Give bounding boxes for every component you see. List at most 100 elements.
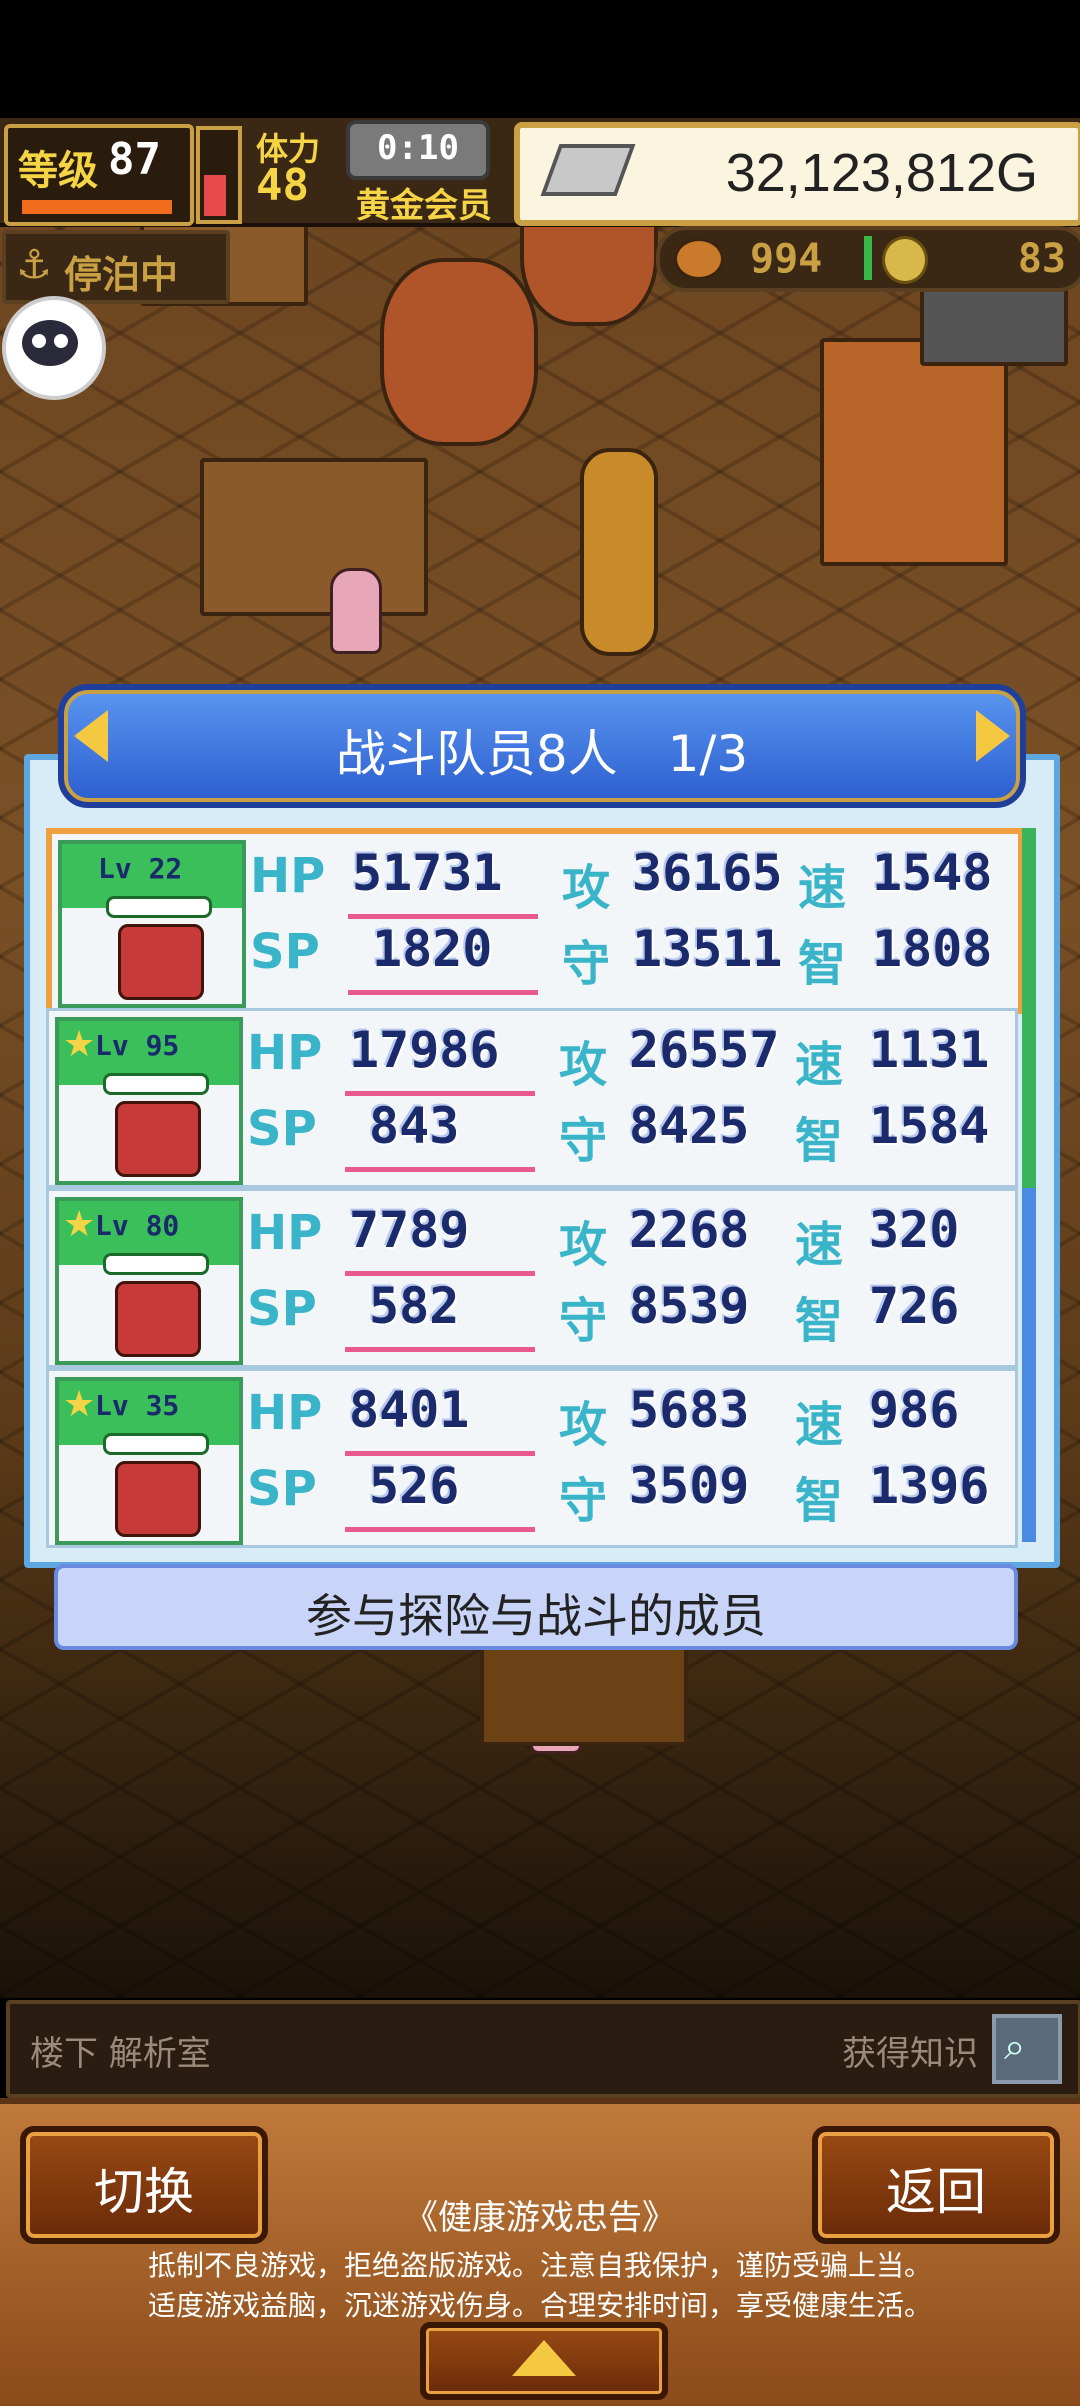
- def-label: 守: [559, 1473, 608, 1529]
- stamina-gauge: [196, 126, 242, 224]
- int-value: 1808: [872, 920, 993, 978]
- assistant-avatar-button[interactable]: [2, 296, 106, 400]
- member-sprite: [115, 1281, 201, 1357]
- member-row[interactable]: ★ Lv 95 HP 17986 SP 843 攻 26557 守 8425 速 1131 智 1584: [46, 1008, 1018, 1188]
- member-sprite: [118, 924, 204, 1000]
- panel-caption: 参与探险与战斗的成员: [54, 1564, 1018, 1650]
- star-icon: ★: [63, 1204, 96, 1245]
- star-icon: ★: [63, 1024, 96, 1065]
- member-portrait[interactable]: Lv 22: [58, 840, 246, 1008]
- lamp-post-prop: [580, 448, 658, 656]
- stat-underline: [345, 1091, 535, 1096]
- hp-value: 7789: [349, 1201, 470, 1259]
- sp-value: 1820: [372, 920, 493, 978]
- panel-title: 战斗队员8人 1/3: [335, 725, 749, 783]
- def-label: 守: [559, 1293, 608, 1349]
- notice-title: 《健康游戏忠告》: [404, 2198, 676, 2238]
- member-portrait[interactable]: ★ Lv 80: [55, 1197, 243, 1365]
- hp-label: HP: [247, 1205, 323, 1261]
- experience-bar: [20, 198, 174, 216]
- expand-button[interactable]: [420, 2322, 668, 2400]
- expand-arrow-icon: [512, 2340, 576, 2376]
- member-row[interactable]: ★ Lv 80 HP 7789 SP 582 攻 2268 守 8539 速 320 智 726: [46, 1188, 1018, 1368]
- sp-label: SP: [247, 1461, 317, 1517]
- level-value: 87: [108, 134, 161, 185]
- avatar-face-icon: [22, 320, 78, 366]
- sp-value: 526: [369, 1457, 460, 1515]
- notice-line: 适度游戏益脑，沉迷游戏伤身。合理安排时间，享受健康生活。: [147, 2289, 932, 2322]
- def-label: 守: [559, 1113, 608, 1169]
- atk-label: 攻: [559, 1037, 608, 1093]
- panel-header: 战斗队员8人 1/3: [58, 684, 1026, 808]
- food-value: 994: [750, 236, 823, 282]
- status-bar: 等级 87 体力 48 0:10 黄金会员 32,123,812G: [0, 118, 1080, 227]
- sack-pile-prop: [820, 338, 1008, 566]
- timer-text: 0:10: [377, 128, 459, 168]
- avatar-eye: [54, 334, 68, 348]
- stat-underline: [345, 1527, 535, 1532]
- level-label: 等级: [18, 148, 98, 194]
- spd-label: 速: [795, 1217, 844, 1273]
- spd-label: 速: [795, 1397, 844, 1453]
- notice-line: 抵制不良游戏，拒绝盗版游戏。注意自我保护，谨防受骗上当。: [147, 2249, 932, 2282]
- stat-underline: [348, 990, 538, 995]
- spd-value: 986: [869, 1381, 960, 1439]
- stat-underline: [345, 1167, 535, 1172]
- coin-icon: [882, 236, 928, 284]
- atk-value: 36165: [632, 844, 783, 902]
- timer-display: 0:10: [346, 120, 490, 180]
- member-level: Lv 80: [95, 1209, 180, 1242]
- def-value: 8539: [629, 1277, 750, 1335]
- magnifier-icon[interactable]: ⌕: [992, 2014, 1062, 2084]
- hp-label: HP: [247, 1385, 323, 1441]
- int-value: 726: [869, 1277, 960, 1335]
- member-row[interactable]: Lv 22 HP 51731 SP 1820 攻 36165 守 13511 速 1548 智 1808: [46, 828, 1024, 1014]
- int-value: 1396: [869, 1457, 990, 1515]
- spd-value: 320: [869, 1201, 960, 1259]
- npc-character[interactable]: [330, 568, 382, 654]
- stat-underline: [348, 914, 538, 919]
- member-level: Lv 22: [98, 852, 183, 885]
- money-display: 32,123,812G: [514, 122, 1080, 226]
- member-health-bar: [103, 1433, 209, 1455]
- int-label: 智: [795, 1293, 844, 1349]
- spd-value: 1548: [872, 844, 993, 902]
- member-level: Lv 95: [95, 1029, 180, 1062]
- atk-label: 攻: [562, 860, 611, 916]
- member-row[interactable]: ★ Lv 35 HP 8401 SP 526 攻 5683 守 3509 速 986 智 1396: [46, 1368, 1018, 1548]
- crate-prop: [200, 458, 428, 616]
- member-portrait[interactable]: ★ Lv 95: [55, 1017, 243, 1185]
- footer: 切换 返回 《健康游戏忠告》 抵制不良游戏，拒绝盗版游戏。注意自我保护，谨防受骗…: [0, 2098, 1080, 2406]
- scrollbar-thumb[interactable]: [1022, 828, 1036, 1188]
- sp-label: SP: [250, 924, 320, 980]
- int-label: 智: [795, 1473, 844, 1529]
- docked-text: 停泊中: [64, 253, 179, 297]
- spd-label: 速: [798, 860, 847, 916]
- spd-label: 速: [795, 1037, 844, 1093]
- food-icon: [674, 238, 724, 280]
- info-bar: 楼下 解析室 获得知识 ⌕: [6, 2000, 1080, 2098]
- resources-bar: 994 83: [656, 226, 1080, 292]
- atk-value: 26557: [629, 1021, 780, 1079]
- member-health-bar: [106, 896, 212, 918]
- int-value: 1584: [869, 1097, 990, 1155]
- def-value: 13511: [632, 920, 783, 978]
- caption-text: 参与探险与战斗的成员: [306, 1589, 766, 1643]
- location-text: 楼下 解析室: [30, 2034, 211, 2074]
- scrollbar[interactable]: [1022, 828, 1036, 1542]
- knowledge-text: 获得知识: [842, 2034, 978, 2074]
- hp-value: 51731: [352, 844, 503, 902]
- level-display: 等级 87: [4, 124, 194, 226]
- hp-label: HP: [250, 848, 326, 904]
- coin-value: 83: [1017, 236, 1066, 282]
- stamina-value: 48: [256, 160, 309, 211]
- docked-status: ⚓ 停泊中: [2, 230, 230, 304]
- team-panel: Lv 22 HP 51731 SP 1820 攻 36165 守 13511 速 1548 智 1808…: [24, 754, 1060, 1568]
- next-arrow-icon[interactable]: [976, 710, 1010, 762]
- sp-value: 843: [369, 1097, 460, 1155]
- spd-value: 1131: [869, 1021, 990, 1079]
- atk-value: 5683: [629, 1381, 750, 1439]
- atk-value: 2268: [629, 1201, 750, 1259]
- member-portrait[interactable]: ★ Lv 35: [55, 1377, 243, 1545]
- atk-label: 攻: [559, 1217, 608, 1273]
